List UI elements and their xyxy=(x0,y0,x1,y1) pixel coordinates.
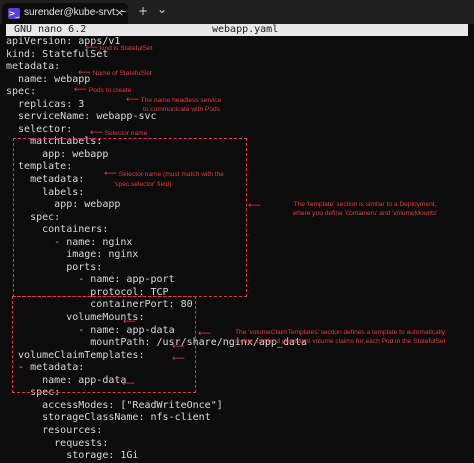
annotation-service: ⟵ The name headless service xyxy=(126,95,222,105)
annotation-text: Name of StatefulSet xyxy=(92,70,152,77)
arrow-icon: ⟵ xyxy=(122,379,135,389)
yaml-key: apiVersion: xyxy=(6,36,73,47)
terminal-tab[interactable]: >_ surender@kube-srvt: ~ × xyxy=(2,3,128,24)
arrow-icon: ⟵ xyxy=(123,317,136,327)
annotation-kind: ⟵ kind is StatefulSet xyxy=(85,43,153,53)
annotation-text: The 'volumeClaimTemplates' section defin… xyxy=(235,329,445,336)
code-line: name: webapp xyxy=(6,74,307,87)
code-line: apiVersion: apps/v1 xyxy=(6,36,307,49)
yaml-key: resources: xyxy=(6,424,103,436)
code-line: selector: xyxy=(6,124,307,137)
annotation-selector: ⟵ Selector name xyxy=(90,128,148,138)
arrow-icon: ⟵ xyxy=(90,128,103,138)
annotation-template-selector-2: 'spec.selector' field) xyxy=(114,181,172,188)
nano-app-name: GNU nano 6.2 xyxy=(14,24,87,35)
arrow-icon: ⟵ xyxy=(198,329,211,339)
title-bar: >_ surender@kube-srvt: ~ × + ⌄ xyxy=(0,0,474,24)
yaml-key: storage: xyxy=(6,450,115,462)
yaml-key: spec: xyxy=(6,86,37,98)
yaml-value: 1Gi xyxy=(114,450,139,462)
arrow-icon: ⟵ xyxy=(248,201,261,211)
arrow-icon: ⟵ xyxy=(172,354,185,364)
annotation-service-2: to communicate with Pods xyxy=(143,106,220,113)
yaml-key: storageClassName: xyxy=(6,412,145,424)
arrow-icon: ⟵ xyxy=(74,85,87,95)
new-tab-button[interactable]: + xyxy=(138,4,148,18)
tab-label: surender@kube-srvt: ~ xyxy=(24,7,127,18)
code-line: requests: xyxy=(6,438,307,451)
code-line: storageClassName: nfs-client xyxy=(6,412,307,425)
code-line: kind: StatefulSet xyxy=(6,49,307,62)
annotation-name: ⟵ Name of StatefulSet xyxy=(78,68,152,78)
template-box-annotation: The 'template' section is similar to a D… xyxy=(262,200,468,218)
storage-class-arrow: ⟵ xyxy=(172,354,185,364)
annotation-text: create and bind persistent volume claims… xyxy=(234,338,446,345)
annotation-text: Selector name xyxy=(104,130,148,137)
annotation-text: Selector name (must match with the xyxy=(118,171,224,178)
arrow-icon: ⟵ xyxy=(104,169,117,179)
code-line: storage: 1Gi xyxy=(6,450,307,463)
nano-filename: webapp.yaml xyxy=(212,24,279,35)
annotation-text: Pods to create xyxy=(88,87,132,94)
yaml-key: kind: xyxy=(6,48,37,60)
arrow-icon: ⟵ xyxy=(172,342,185,352)
vct-box-annotation: The 'volumeClaimTemplates' section defin… xyxy=(211,328,469,346)
yaml-key: replicas: xyxy=(6,98,73,110)
annotation-text: The 'template' section is similar to a D… xyxy=(293,201,437,208)
nano-header: GNU nano 6.2 webapp.yaml xyxy=(6,24,468,36)
arrow-icon: ⟵ xyxy=(126,95,139,105)
annotation-replicas: ⟵ Pods to create xyxy=(74,85,132,95)
vct-box-arrow: ⟵ xyxy=(198,329,211,339)
annotation-text: kind is StatefulSet xyxy=(99,45,153,52)
yaml-key: selector: xyxy=(6,123,73,135)
yaml-value: 3 xyxy=(72,98,85,110)
arrow-icon: ⟵ xyxy=(78,68,91,78)
access-modes-arrow: ⟵ xyxy=(172,342,185,352)
tab-dropdown-button[interactable]: ⌄ xyxy=(157,2,167,16)
annotation-template-selector: ⟵ Selector name (must match with the xyxy=(104,169,224,179)
template-box xyxy=(13,138,247,297)
close-tab-icon[interactable]: × xyxy=(115,6,124,19)
annotation-text: The name headless service xyxy=(140,97,222,104)
arrow-icon: ⟵ xyxy=(85,43,98,53)
code-line: resources: xyxy=(6,425,307,438)
yaml-key: serviceName: xyxy=(6,111,91,123)
code-line: metadata: xyxy=(6,61,307,74)
annotation-text: where you define 'containers' and 'volum… xyxy=(292,210,438,217)
yaml-key: name: xyxy=(6,73,49,85)
volume-claim-templates-box xyxy=(12,296,196,393)
terminal-icon: >_ xyxy=(8,8,20,19)
storage-arrow: ⟵ xyxy=(122,379,135,389)
app-data-arrow: ⟵ xyxy=(123,317,136,327)
yaml-key: requests: xyxy=(6,437,109,449)
template-box-arrow: ⟵ xyxy=(248,201,261,211)
yaml-key: metadata: xyxy=(6,61,61,73)
yaml-value: nfs-client xyxy=(144,412,211,424)
